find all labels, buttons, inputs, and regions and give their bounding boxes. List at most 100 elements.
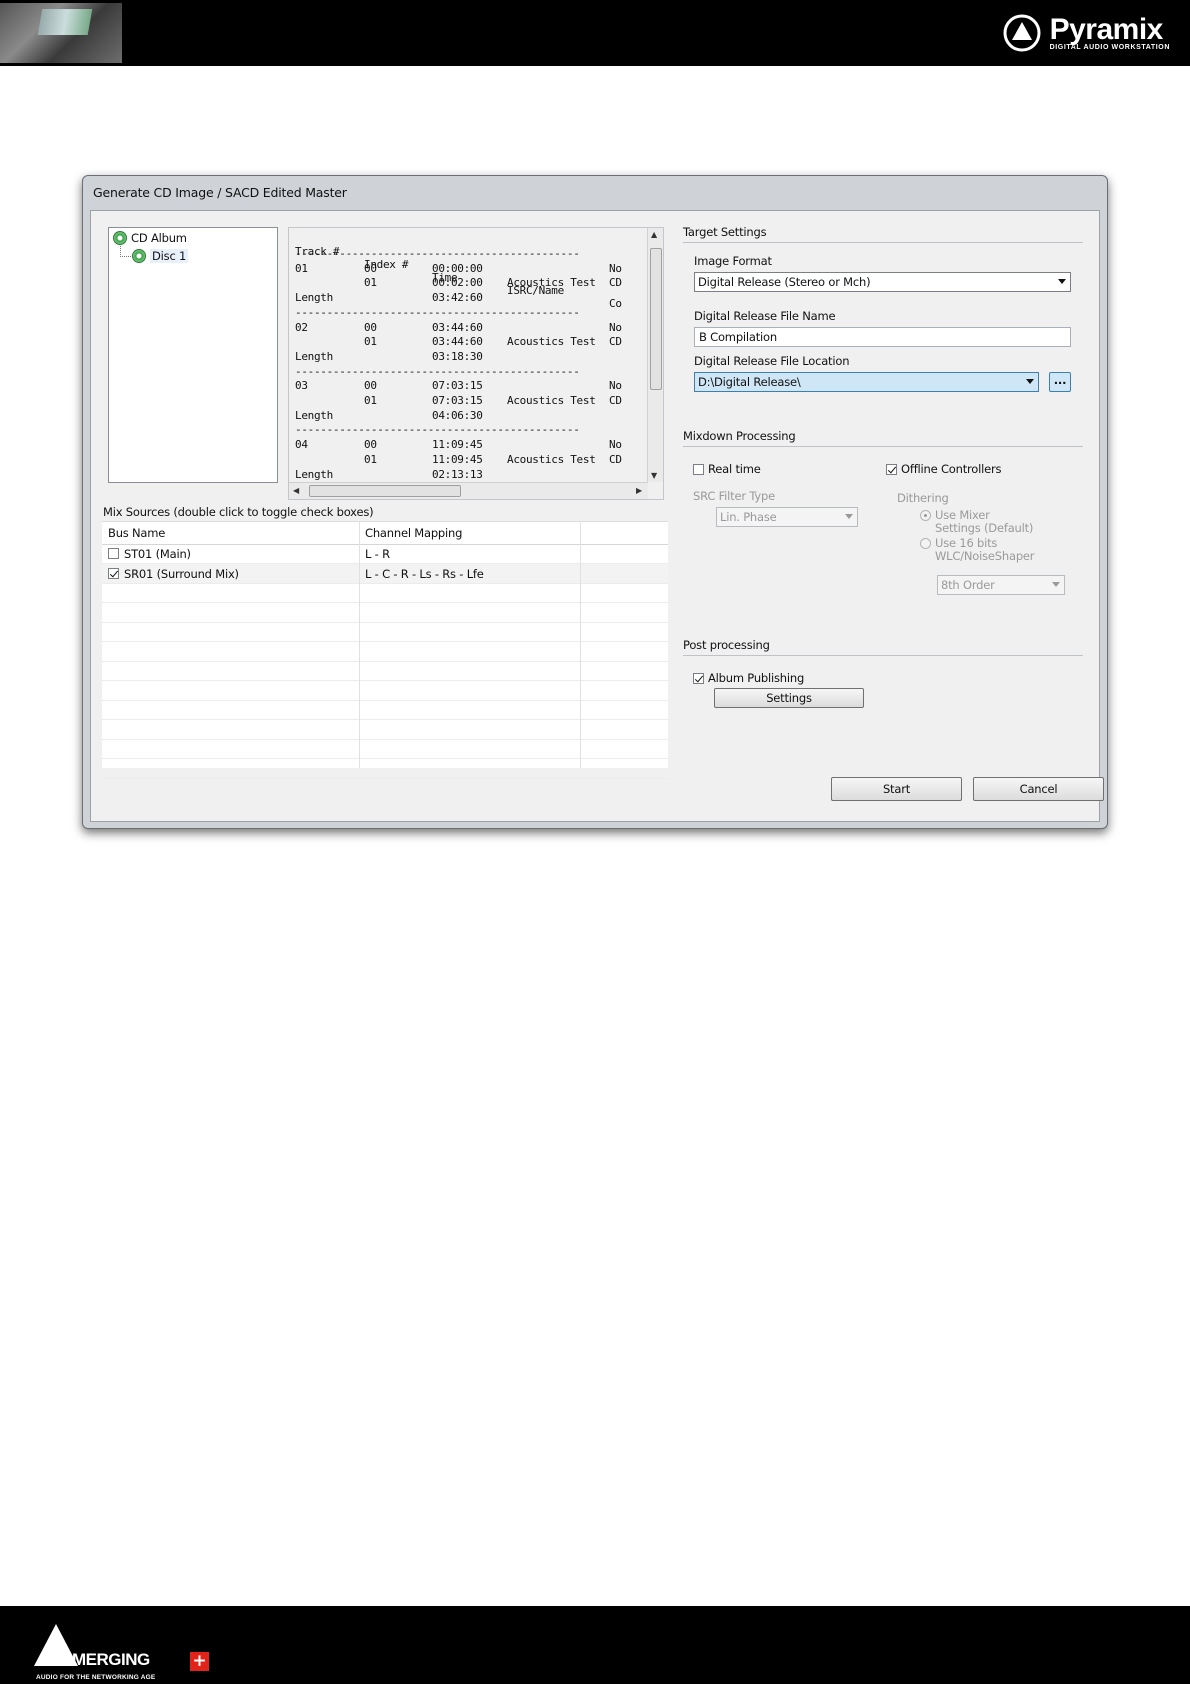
checkbox-icon[interactable]: [108, 567, 119, 579]
mix-source-row[interactable]: SR01 (Surround Mix) L - C - R - Ls - Rs -…: [102, 563, 668, 584]
file-name-input[interactable]: B Compilation: [694, 327, 1071, 347]
channel-mapping-cell: L - R: [365, 547, 390, 561]
track-separator: ----------------------------------------…: [295, 423, 580, 437]
generate-cd-image-dialog: Generate CD Image / SACD Edited Master C…: [82, 175, 1108, 829]
bus-name-cell: SR01 (Surround Mix): [124, 566, 239, 581]
scroll-right-icon[interactable]: ▶: [636, 486, 642, 495]
target-settings-group: Target Settings Image Format Digital Rel…: [683, 225, 1083, 395]
settings-button[interactable]: Settings: [714, 688, 864, 708]
album-publishing-checkbox[interactable]: Album Publishing: [693, 671, 804, 685]
dialog-title: Generate CD Image / SACD Edited Master: [93, 185, 347, 200]
track-separator: ----------------------------------------…: [295, 305, 580, 319]
track-list-vertical-scrollbar[interactable]: ▲ ▼: [647, 228, 663, 482]
track-length-row: Length 04:06:30: [295, 408, 483, 422]
track-index-row: 02 00 03:44:60 No: [295, 320, 622, 334]
tree-item-disc-1[interactable]: Disc 1: [132, 249, 189, 263]
scrollbar-thumb[interactable]: [309, 485, 461, 497]
empty-grid-row: [102, 603, 668, 623]
empty-grid-row: [102, 739, 668, 759]
browse-location-button[interactable]: ...: [1049, 372, 1071, 392]
real-time-checkbox[interactable]: Real time: [693, 462, 761, 476]
image-format-label: Image Format: [694, 254, 772, 268]
chevron-down-icon: [1026, 379, 1034, 384]
checkbox-icon[interactable]: [886, 463, 897, 475]
empty-grid-row: [102, 759, 668, 779]
post-processing-heading: Post processing: [683, 638, 770, 652]
track-length-row: Length 03:42:60: [295, 291, 483, 305]
track-list-header: Track # Index # Time ISRC/Name Co: [295, 245, 622, 310]
empty-grid-row: [102, 681, 668, 701]
footer-bar: MERGING + AUDIO FOR THE NETWORKING AGE: [0, 1606, 1190, 1684]
track-length-row: Length 02:13:13: [295, 467, 483, 481]
dialog-client-area: CD Album Disc 1 Track # Index # Time ISR…: [90, 210, 1104, 822]
target-settings-heading: Target Settings: [683, 225, 767, 239]
tree-item-cd-album[interactable]: CD Album: [113, 231, 187, 245]
column-divider: [580, 522, 581, 768]
chevron-down-icon: [1052, 582, 1060, 587]
bus-name-cell: ST01 (Main): [124, 547, 191, 561]
track-index-row: 01 00:02:00 Acoustics Test CD: [364, 276, 622, 290]
studio-photo: [0, 3, 122, 63]
chevron-down-icon: [1058, 279, 1066, 284]
empty-grid-row: [102, 583, 668, 603]
scrollbar-thumb[interactable]: [650, 248, 662, 390]
src-filter-type-dropdown[interactable]: Lin. Phase: [716, 507, 858, 527]
cancel-button[interactable]: Cancel: [973, 777, 1104, 801]
brand-tagline: DIGITAL AUDIO WORKSTATION: [1049, 43, 1170, 51]
file-location-dropdown[interactable]: D:\Digital Release\: [694, 372, 1039, 392]
track-index-row: 01 07:03:15 Acoustics Test CD: [364, 394, 622, 407]
dither-order-dropdown[interactable]: 8th Order: [937, 575, 1065, 595]
empty-grid-row: [102, 622, 668, 642]
empty-grid-row: [102, 661, 668, 681]
radio-icon[interactable]: [920, 510, 931, 521]
scroll-down-icon[interactable]: ▼: [651, 471, 657, 480]
track-listing[interactable]: Track # Index # Time ISRC/Name Co ------…: [288, 227, 664, 500]
grid-header: Bus Name Channel Mapping: [102, 522, 668, 545]
mix-source-row[interactable]: ST01 (Main) L - R: [102, 544, 668, 564]
checkbox-icon[interactable]: [108, 548, 119, 559]
channel-mapping-cell: L - C - R - Ls - Rs - Lfe: [365, 566, 484, 581]
merging-tagline: AUDIO FOR THE NETWORKING AGE: [36, 1674, 156, 1681]
mixdown-processing-heading: Mixdown Processing: [683, 429, 796, 443]
image-format-dropdown[interactable]: Digital Release (Stereo or Mch): [694, 272, 1071, 292]
dither-16-bits-radio[interactable]: Use 16 bits WLC/NoiseShaper: [920, 536, 1035, 563]
column-divider: [359, 522, 360, 768]
radio-icon[interactable]: [920, 538, 931, 549]
checkbox-icon[interactable]: [693, 672, 704, 684]
track-index-row: 01 11:09:45 Acoustics Test CD: [364, 452, 622, 466]
track-length-row: Length 03:18:30: [295, 349, 483, 363]
dithering-label: Dithering: [897, 491, 949, 505]
src-filter-type-label: SRC Filter Type: [693, 489, 775, 503]
album-tree[interactable]: CD Album Disc 1: [108, 227, 278, 483]
empty-grid-row: [102, 700, 668, 720]
post-processing-group: Post processing Album Publishing Setting…: [683, 638, 1083, 718]
empty-grid-row: [102, 720, 668, 740]
file-location-label: Digital Release File Location: [694, 354, 850, 368]
scroll-up-icon[interactable]: ▲: [651, 230, 657, 239]
tree-connector: [120, 246, 131, 257]
start-button[interactable]: Start: [831, 777, 962, 801]
tree-item-label: CD Album: [131, 231, 187, 245]
checkbox-icon[interactable]: [693, 463, 704, 475]
merging-plus-icon: +: [190, 1652, 209, 1671]
track-index-row: 01 00 00:00:00 No: [295, 261, 622, 275]
brand-name: Pyramix: [1049, 12, 1164, 46]
track-index-row: 03 00 07:03:15 No: [295, 379, 622, 393]
column-header-channel-mapping[interactable]: Channel Mapping: [365, 526, 462, 540]
disc-icon: [132, 249, 146, 263]
header-bar: Pyramix DIGITAL AUDIO WORKSTATION: [0, 0, 1190, 66]
empty-grid-row: [102, 642, 668, 662]
mix-sources-label: Mix Sources (double click to toggle chec…: [103, 505, 374, 519]
pyramix-logo: Pyramix DIGITAL AUDIO WORKSTATION: [1002, 10, 1170, 56]
disc-icon: [113, 231, 127, 245]
scroll-left-icon[interactable]: ◀: [293, 486, 299, 495]
mix-sources-grid[interactable]: Bus Name Channel Mapping ST01 (Main) L - …: [102, 521, 668, 779]
pyramix-logo-icon: [1003, 14, 1041, 52]
track-list-horizontal-scrollbar[interactable]: ◀ ▶: [289, 482, 648, 499]
track-separator: ----------------------------------------…: [295, 364, 580, 378]
dither-use-mixer-radio[interactable]: Use Mixer Settings (Default): [920, 508, 1033, 535]
merging-brand-name: MERGING: [72, 1650, 150, 1669]
offline-controllers-checkbox[interactable]: Offline Controllers: [886, 462, 1002, 476]
track-index-row: 01 03:44:60 Acoustics Test CD: [364, 335, 622, 349]
column-header-bus-name[interactable]: Bus Name: [108, 526, 165, 540]
